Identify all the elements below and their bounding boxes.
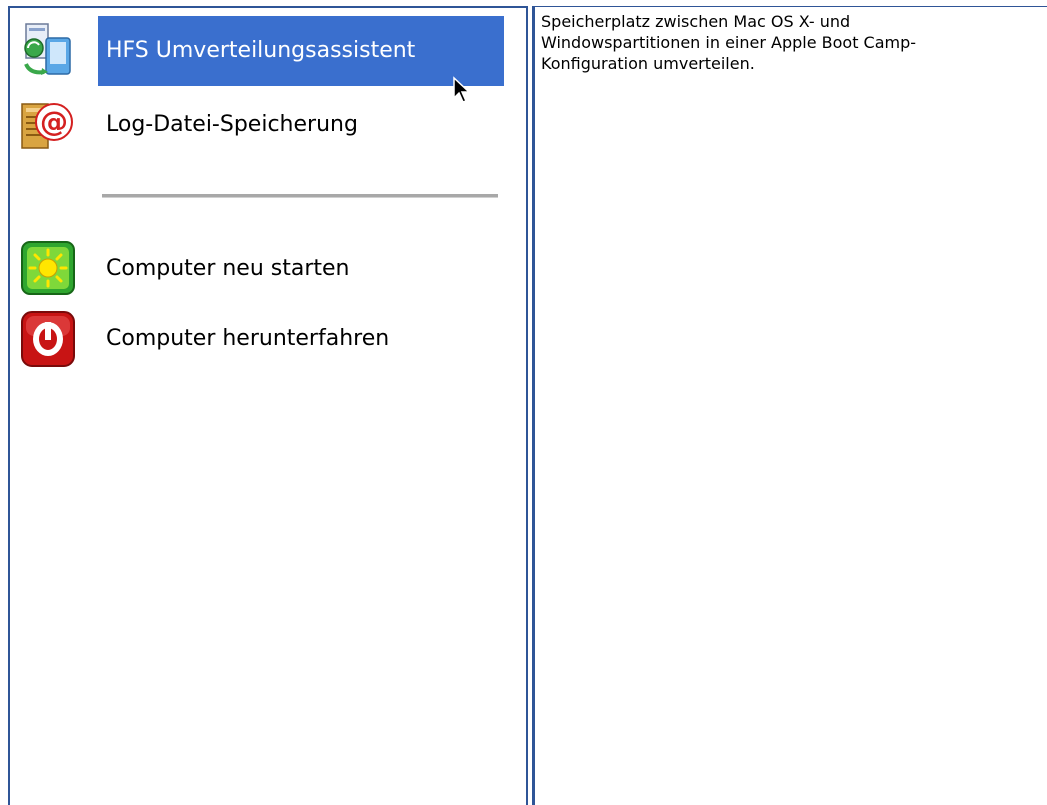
menu-separator xyxy=(102,194,498,198)
description-panel: Speicherplatz zwischen Mac OS X- und Win… xyxy=(532,6,1047,805)
shutdown-icon xyxy=(18,308,78,368)
menu-item-label: Computer neu starten xyxy=(106,256,350,281)
description-text: Speicherplatz zwischen Mac OS X- und Win… xyxy=(541,12,917,73)
menu-item-shutdown[interactable]: Computer herunterfahren xyxy=(18,304,518,368)
menu-item-log-file[interactable]: @ Log-Datei-Speicherung xyxy=(18,90,518,154)
menu-item-hfs-redistribute[interactable]: HFS Umverteilungsassistent xyxy=(18,16,518,86)
menu-item-label: Log-Datei-Speicherung xyxy=(106,112,358,137)
log-file-icon: @ xyxy=(18,96,78,156)
menu-item-restart[interactable]: Computer neu starten xyxy=(18,234,518,298)
hfs-redistribute-icon xyxy=(18,20,78,80)
svg-text:@: @ xyxy=(40,105,68,138)
restart-icon xyxy=(18,238,78,298)
menu-item-label: HFS Umverteilungsassistent xyxy=(98,16,504,86)
wizard-window: HFS Umverteilungsassistent @ Log-Datei-S… xyxy=(0,0,1047,805)
menu-panel: HFS Umverteilungsassistent @ Log-Datei-S… xyxy=(8,6,528,805)
menu-item-label: Computer herunterfahren xyxy=(106,326,390,351)
